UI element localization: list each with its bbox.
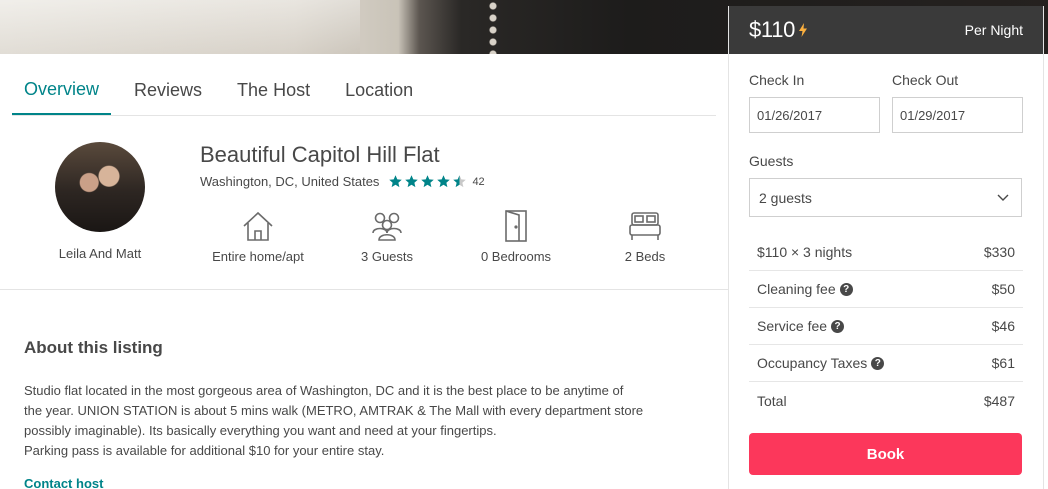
review-count[interactable]: 42 bbox=[472, 176, 484, 188]
hero-photo-left-area bbox=[0, 0, 360, 54]
check-out-group: Check Out 01/29/2017 bbox=[892, 72, 1023, 133]
check-in-label: Check In bbox=[749, 72, 805, 88]
date-fields: Check In 01/26/2017 Check Out 01/29/2017 bbox=[749, 72, 1023, 133]
breakdown-label: Total bbox=[757, 392, 787, 409]
breakdown-row-cleaning: Cleaning fee ? $50 bbox=[749, 271, 1023, 308]
instant-book-bolt-icon bbox=[799, 23, 808, 37]
about-description: Studio flat located in the most gorgeous… bbox=[24, 381, 714, 461]
tab-location[interactable]: Location bbox=[333, 80, 425, 115]
breakdown-label-group: Service fee ? bbox=[757, 318, 845, 334]
breakdown-label: Service fee bbox=[757, 318, 828, 334]
bed-icon bbox=[629, 212, 661, 240]
guests-icon bbox=[372, 212, 402, 241]
breakdown-label: Occupancy Taxes bbox=[757, 355, 868, 371]
help-icon[interactable]: ? bbox=[839, 282, 853, 296]
book-button[interactable]: Book bbox=[749, 433, 1022, 475]
half-star-icon bbox=[453, 175, 467, 188]
star-icon bbox=[405, 175, 419, 188]
host-name[interactable]: Leila And Matt bbox=[30, 246, 170, 261]
contact-host-link[interactable]: Contact host bbox=[24, 476, 103, 489]
help-icon[interactable]: ? bbox=[871, 356, 885, 370]
rating-stars[interactable] bbox=[388, 174, 468, 189]
chevron-down-icon bbox=[997, 194, 1009, 201]
about-line: Parking pass is available for additional… bbox=[24, 443, 385, 458]
amenity-label: 2 Beds bbox=[624, 249, 666, 264]
listing-tabs: Overview Reviews The Host Location bbox=[12, 54, 716, 116]
help-icon[interactable]: ? bbox=[831, 319, 845, 333]
check-in-group: Check In 01/26/2017 bbox=[749, 72, 880, 133]
price-group: $110 bbox=[749, 17, 808, 43]
breakdown-label-group: Occupancy Taxes ? bbox=[757, 355, 885, 371]
breakdown-label-group: Cleaning fee ? bbox=[757, 281, 853, 297]
guests-label: Guests bbox=[749, 153, 794, 169]
breakdown-amount: $61 bbox=[991, 355, 1015, 371]
breakdown-row-service: Service fee ? $46 bbox=[749, 308, 1023, 345]
amenity-home-type: Entire home/apt bbox=[198, 209, 318, 264]
about-line: the year. UNION STATION is about 5 mins … bbox=[24, 403, 644, 418]
price-bar: $110 Per Night bbox=[729, 6, 1043, 54]
listing-title: Beautiful Capitol Hill Flat bbox=[200, 142, 440, 167]
breakdown-amount: $487 bbox=[983, 392, 1015, 409]
star-icon bbox=[389, 175, 403, 188]
host-avatar[interactable] bbox=[55, 142, 145, 232]
tab-overview[interactable]: Overview bbox=[12, 79, 112, 115]
hero-photo-detail bbox=[486, 0, 500, 54]
breakdown-row-total: Total $487 bbox=[749, 382, 1023, 419]
home-icon bbox=[243, 211, 273, 241]
amenity-bedrooms: 0 Bedrooms bbox=[456, 209, 576, 264]
booking-form: Check In 01/26/2017 Check Out 01/29/2017… bbox=[729, 54, 1043, 475]
about-title: About this listing bbox=[24, 338, 163, 357]
about-line: Studio flat located in the most gorgeous… bbox=[24, 383, 624, 398]
check-out-label: Check Out bbox=[892, 72, 959, 88]
guests-select[interactable]: 2 guests bbox=[749, 178, 1022, 217]
breakdown-row-nights: $110 × 3 nights $330 bbox=[749, 234, 1023, 271]
nightly-price: $110 bbox=[749, 17, 796, 42]
amenity-label: 0 Bedrooms bbox=[480, 249, 552, 264]
listing-location-row: Washington, DC, United States 42 bbox=[200, 174, 485, 189]
star-icon bbox=[421, 175, 435, 188]
amenity-label: Entire home/apt bbox=[212, 249, 304, 264]
breakdown-amount: $46 bbox=[991, 318, 1015, 334]
breakdown-row-taxes: Occupancy Taxes ? $61 bbox=[749, 345, 1023, 382]
listing-location[interactable]: Washington, DC, United States bbox=[200, 174, 379, 189]
breakdown-label: $110 × 3 nights bbox=[757, 244, 853, 260]
per-night-label: Per Night bbox=[964, 22, 1023, 38]
check-out-input[interactable]: 01/29/2017 bbox=[892, 97, 1023, 133]
breakdown-amount: $50 bbox=[991, 281, 1015, 297]
section-divider bbox=[0, 289, 728, 290]
breakdown-label: Cleaning fee bbox=[757, 281, 836, 297]
amenity-beds: 2 Beds bbox=[585, 209, 705, 264]
guests-select-value: 2 guests bbox=[759, 189, 812, 206]
door-icon bbox=[505, 210, 527, 242]
price-breakdown: $110 × 3 nights $330 Cleaning fee ? $50 … bbox=[749, 234, 1023, 419]
amenity-label: 3 Guests bbox=[360, 249, 414, 264]
amenity-guests: 3 Guests bbox=[327, 209, 447, 264]
breakdown-amount: $330 bbox=[983, 244, 1015, 260]
booking-panel: $110 Per Night Check In 01/26/2017 Check… bbox=[728, 6, 1044, 489]
tab-reviews[interactable]: Reviews bbox=[122, 80, 214, 115]
star-icon bbox=[437, 175, 451, 188]
tab-the-host[interactable]: The Host bbox=[225, 80, 322, 115]
check-in-input[interactable]: 01/26/2017 bbox=[749, 97, 880, 133]
about-line: possibly imaginable). Its basically ever… bbox=[24, 423, 497, 438]
